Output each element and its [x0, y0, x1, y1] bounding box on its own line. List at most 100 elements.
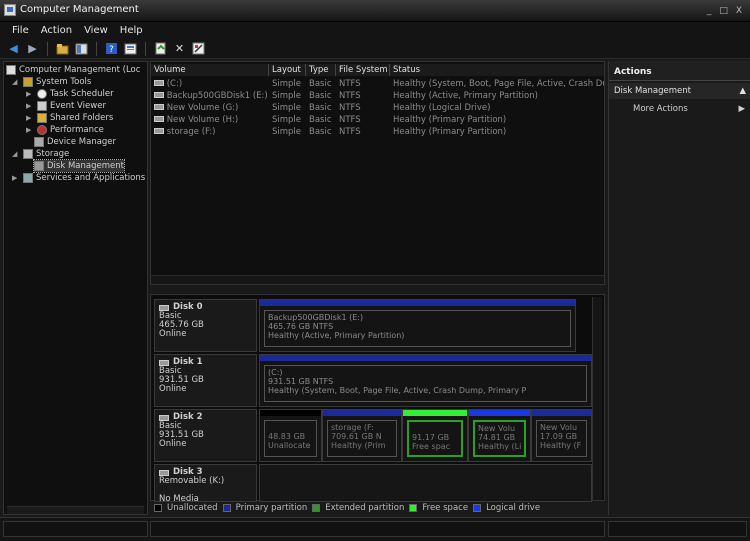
volume-icon [154, 128, 164, 134]
event-viewer-icon [37, 101, 47, 111]
expand-arrow-icon[interactable]: ▶ [12, 174, 20, 182]
more-actions-item[interactable]: More Actions ▶ [609, 101, 750, 117]
partition-c[interactable]: (C:) 931.51 GB NTFS Healthy (System, Boo… [259, 354, 592, 407]
partition-name: New Volu [540, 423, 578, 432]
storage-icon [23, 149, 33, 159]
tree-item-computer-management[interactable]: Computer Management (Loc [6, 64, 140, 76]
console-tree[interactable]: Computer Management (Loc ◢ System Tools … [3, 61, 148, 515]
menu-action[interactable]: Action [35, 22, 78, 39]
expand-arrow-icon[interactable]: ▶ [26, 114, 34, 122]
tree-item-disk-management[interactable]: Disk Management [33, 159, 125, 173]
column-header-layout[interactable]: Layout [269, 64, 306, 76]
tree-horizontal-scrollbar[interactable] [7, 506, 144, 514]
partition-size: 74.81 GB [478, 433, 516, 442]
show-hide-tree-icon[interactable] [74, 41, 89, 56]
menu-help[interactable]: Help [114, 22, 149, 39]
legend-swatch-unallocated [154, 504, 162, 512]
partition-color-bar [403, 410, 467, 416]
table-row[interactable]: storage (F:) Simple Basic NTFS Healthy (… [151, 126, 604, 138]
legend-label-extended: Extended partition [325, 503, 405, 513]
tree-label: Shared Folders [50, 113, 114, 123]
partition-empty [259, 464, 592, 502]
hard-disk-icon [159, 414, 169, 421]
partition-unallocated[interactable]: 48.83 GB Unallocate [259, 409, 322, 462]
tree-label: Task Scheduler [50, 89, 114, 99]
column-header-volume[interactable]: Volume [151, 64, 269, 76]
volume-list-horizontal-scrollbar[interactable] [151, 275, 604, 284]
volume-list-header: Volume Layout Type File System Status [151, 64, 604, 76]
partition-new-volume-primary[interactable]: New Volu 17.09 GB Healthy (F [531, 409, 592, 462]
title-bar[interactable]: Computer Management _ □ X [0, 0, 750, 22]
legend-swatch-logical [473, 504, 482, 512]
column-header-status[interactable]: Status [390, 64, 604, 76]
tree-label: System Tools [36, 77, 92, 87]
actions-section-disk-management[interactable]: Disk Management ▲ [609, 83, 750, 99]
disk-2-label[interactable]: Disk 2 Basic 931.51 GB Online [154, 409, 257, 462]
partition-color-bar [260, 300, 575, 306]
expand-arrow-icon[interactable]: ▶ [26, 102, 34, 110]
volume-file-system: NTFS [339, 91, 361, 101]
disk-3-label[interactable]: Disk 3 Removable (K:) No Media [154, 464, 257, 504]
column-header-file-system[interactable]: File System [336, 64, 390, 76]
volume-icon [154, 116, 164, 122]
tree-item-storage[interactable]: ◢ Storage [12, 148, 69, 160]
partition-status: Healthy (F [540, 441, 582, 450]
help-icon[interactable]: ? [104, 41, 119, 56]
tree-item-event-viewer[interactable]: ▶ Event Viewer [26, 100, 106, 112]
minimize-button[interactable]: _ [707, 6, 712, 16]
disk-state: Online [159, 439, 187, 449]
menu-view[interactable]: View [78, 22, 114, 39]
table-row[interactable]: (C:) Simple Basic NTFS Healthy (System, … [151, 78, 604, 90]
partition-details: New Volu 74.81 GB Healthy (Li [473, 420, 526, 457]
maximize-button[interactable]: □ [719, 6, 728, 16]
back-icon[interactable]: ◀ [6, 41, 21, 56]
expand-arrow-icon[interactable]: ▶ [26, 90, 34, 98]
tree-item-services-and-applications[interactable]: ▶ Services and Applications [12, 172, 145, 184]
tree-item-shared-folders[interactable]: ▶ Shared Folders [26, 112, 113, 124]
disk-0-label[interactable]: Disk 0 Basic 465.76 GB Online [154, 299, 257, 352]
collapse-arrow-icon[interactable]: ▲ [739, 86, 746, 96]
window-controls: _ □ X [707, 6, 742, 16]
tree-item-performance[interactable]: ▶ Performance [26, 124, 104, 136]
partition-details: 48.83 GB Unallocate [264, 420, 317, 457]
table-row[interactable]: Backup500GBDisk1 (E:) Simple Basic NTFS … [151, 90, 604, 102]
collapse-arrow-icon[interactable]: ◢ [12, 78, 20, 86]
close-button[interactable]: X [736, 6, 742, 16]
tree-item-system-tools[interactable]: ◢ System Tools [12, 76, 91, 88]
volume-name: New Volume (H:) [151, 114, 269, 126]
computer-management-icon [4, 4, 16, 16]
expand-arrow-icon[interactable]: ▶ [26, 126, 34, 134]
up-icon[interactable] [55, 41, 70, 56]
partition-storage-f[interactable]: storage (F: 709.61 GB N Healthy (Prim [322, 409, 402, 462]
partition-status: Free spac [412, 442, 451, 451]
delete-icon[interactable]: ✕ [172, 41, 187, 56]
properties-icon[interactable] [123, 41, 138, 56]
collapse-arrow-icon[interactable]: ◢ [12, 150, 20, 158]
legend: Unallocated Primary partition Extended p… [150, 501, 605, 515]
settings-icon[interactable] [191, 41, 206, 56]
column-header-type[interactable]: Type [306, 64, 336, 76]
tree-item-task-scheduler[interactable]: ▶ Task Scheduler [26, 88, 114, 100]
legend-swatch-primary [222, 504, 231, 512]
svg-text:?: ? [109, 45, 114, 55]
partition-color-bar [260, 355, 591, 361]
volume-status: Healthy (System, Boot, Page File, Active… [393, 79, 604, 89]
table-row[interactable]: New Volume (G:) Simple Basic NTFS Health… [151, 102, 604, 114]
tree-item-device-manager[interactable]: Device Manager [34, 136, 116, 148]
menu-file[interactable]: File [6, 22, 35, 39]
disk-1-label[interactable]: Disk 1 Basic 931.51 GB Online [154, 354, 257, 407]
legend-swatch-extended [312, 504, 321, 512]
toolbar-separator [47, 41, 48, 56]
partition-size: 91.17 GB [412, 433, 450, 442]
partition-size: 709.61 GB N [331, 432, 382, 441]
forward-icon[interactable]: ▶ [25, 41, 40, 56]
table-row[interactable]: New Volume (H:) Simple Basic NTFS Health… [151, 114, 604, 126]
partition-free-space[interactable]: 91.17 GB Free spac [402, 409, 468, 462]
actions-title: Actions [609, 61, 750, 81]
disk-map-vertical-scrollbar[interactable] [592, 297, 602, 500]
refresh-icon[interactable] [153, 41, 168, 56]
tree-label: Device Manager [47, 137, 117, 147]
tools-icon [23, 77, 33, 87]
partition-new-volume-logical[interactable]: New Volu 74.81 GB Healthy (Li [468, 409, 531, 462]
partition-backup-e[interactable]: Backup500GBDisk1 (E:) 465.76 GB NTFS Hea… [259, 299, 576, 352]
